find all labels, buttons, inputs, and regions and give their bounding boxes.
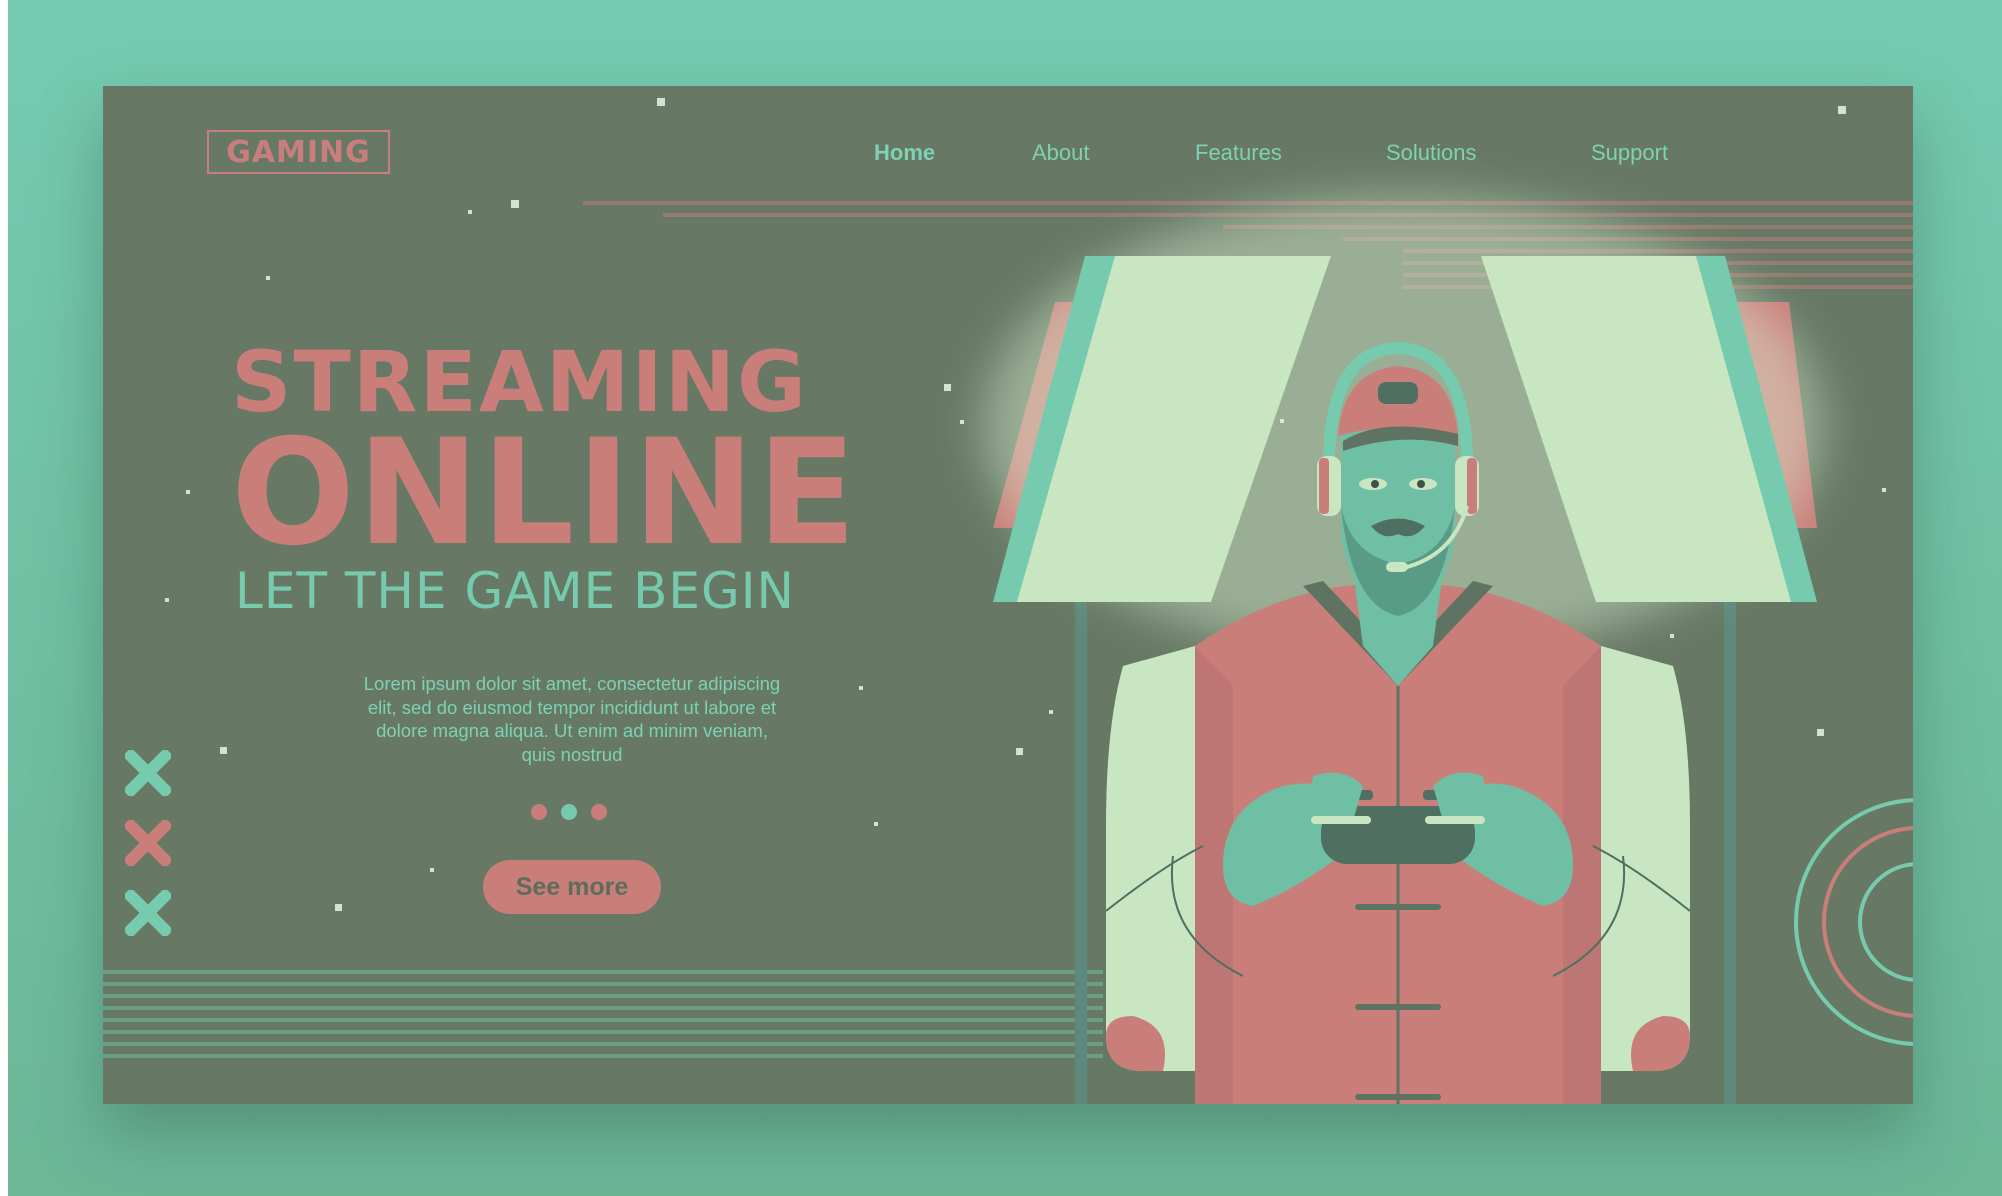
hero-title-line-2: ONLINE <box>231 408 859 578</box>
hero-body-text: Lorem ipsum dolor sit amet, consectetur … <box>363 673 781 765</box>
concentric-circles-icon <box>1794 798 1913 1046</box>
landing-page: GAMING Home About Features Solutions Sup… <box>103 86 1913 1104</box>
carousel-dot-active[interactable] <box>561 804 577 820</box>
carousel-dot[interactable] <box>591 804 607 820</box>
x-mark-pink-icon <box>125 820 171 866</box>
x-mark-teal-icon <box>125 750 171 796</box>
carousel-dot[interactable] <box>531 804 547 820</box>
x-mark-teal-icon <box>125 890 171 936</box>
hero-subtitle: LET THE GAME BEGIN <box>235 562 795 620</box>
left-edge-strip <box>0 0 8 1196</box>
carousel-dots <box>531 804 621 824</box>
see-more-button[interactable]: See more <box>483 860 661 914</box>
